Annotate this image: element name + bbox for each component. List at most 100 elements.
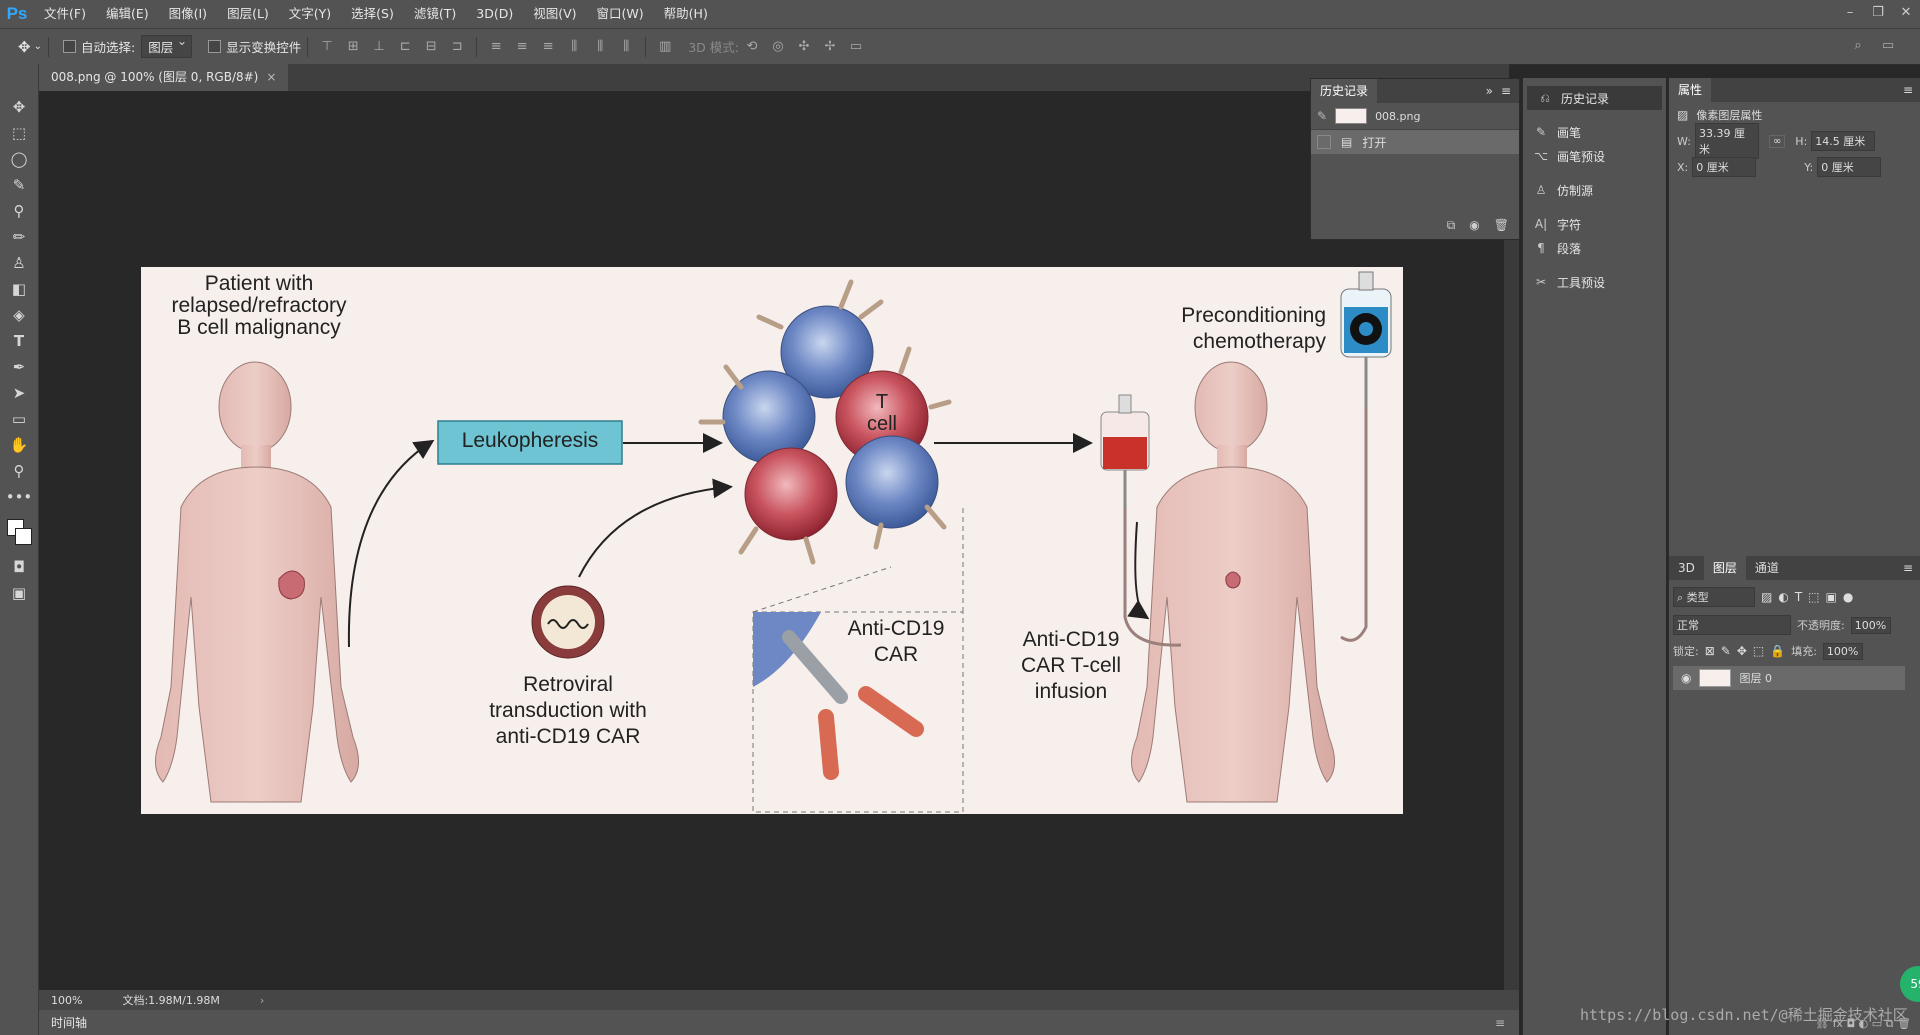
timeline-menu-icon[interactable]: ≡ [1495, 1016, 1505, 1030]
tab-properties[interactable]: 属性 [1669, 78, 1712, 102]
move-tool-preset[interactable]: ✥ ⌄ [18, 38, 42, 56]
marquee-tool-icon[interactable]: ⬚ [0, 120, 38, 146]
menu-layer[interactable]: 图层(L) [217, 0, 279, 28]
move-tool-icon[interactable]: ✥ [0, 94, 38, 120]
distribute-left-icon[interactable]: ⫼ [567, 39, 581, 54]
status-expand-icon[interactable]: › [260, 994, 264, 1007]
auto-select-dropdown[interactable]: 图层 [141, 33, 193, 58]
menu-select[interactable]: 选择(S) [341, 0, 404, 28]
quick-select-tool-icon[interactable]: ✎ [0, 172, 38, 198]
3d-pan-icon[interactable]: ✣ [797, 39, 811, 54]
new-document-from-state-icon[interactable]: ⧉ [1447, 218, 1456, 233]
auto-select-checkbox[interactable]: 自动选择: [62, 37, 135, 56]
panel-menu-icon[interactable]: ≡ [1501, 79, 1511, 103]
hand-tool-icon[interactable]: ✋ [0, 432, 38, 458]
lock-position-icon[interactable]: ✥ [1737, 644, 1747, 658]
layer-row[interactable]: ◉ 图层 0 [1673, 666, 1905, 690]
lock-transparent-icon[interactable]: ⊠ [1705, 644, 1715, 658]
brush-tool-icon[interactable]: ✏ [0, 224, 38, 250]
align-bottom-icon[interactable]: ⊥ [372, 39, 386, 54]
align-left-icon[interactable]: ⊏ [398, 39, 412, 54]
dock-item-tool-presets[interactable]: ✂ 工具预设 [1523, 270, 1666, 294]
close-icon[interactable]: ✕ [1892, 0, 1920, 28]
opacity-field[interactable]: 100% [1850, 616, 1891, 634]
menu-help[interactable]: 帮助(H) [654, 0, 718, 28]
distribute-top-icon[interactable]: ≡ [489, 39, 503, 54]
show-transform-checkbox[interactable]: 显示变换控件 [208, 37, 301, 56]
3d-scale-icon[interactable]: ▭ [849, 39, 863, 54]
menu-type[interactable]: 文字(Y) [279, 0, 341, 28]
lock-artboard-icon[interactable]: ⬚ [1753, 644, 1764, 658]
close-tab-icon[interactable]: × [266, 70, 276, 84]
3d-roll-icon[interactable]: ◎ [771, 39, 785, 54]
trash-icon[interactable]: 🗑 [1494, 218, 1509, 233]
tab-history[interactable]: 历史记录 [1311, 79, 1378, 103]
distribute-vcenter-icon[interactable]: ≡ [515, 39, 529, 54]
filter-smart-icon[interactable]: ▣ [1826, 590, 1837, 604]
history-step-checkbox[interactable] [1317, 135, 1331, 149]
align-vcenter-icon[interactable]: ⊞ [346, 39, 360, 54]
dock-item-brush[interactable]: ✎ 画笔 [1523, 120, 1666, 144]
tab-3d[interactable]: 3D [1669, 556, 1704, 580]
more-tools-icon[interactable]: ••• [0, 484, 38, 510]
lasso-tool-icon[interactable]: ◯ [0, 146, 38, 172]
restore-icon[interactable]: ❐ [1864, 0, 1892, 28]
history-step-row[interactable]: ▤ 打开 [1311, 130, 1519, 154]
height-field[interactable]: 14.5 厘米 [1811, 131, 1876, 151]
tab-layers[interactable]: 图层 [1703, 556, 1746, 580]
tab-channels[interactable]: 通道 [1746, 556, 1788, 580]
align-hcenter-icon[interactable]: ⊟ [424, 39, 438, 54]
camera-icon[interactable]: ◉ [1469, 218, 1479, 233]
menu-image[interactable]: 图像(I) [159, 0, 217, 28]
properties-menu-icon[interactable]: ≡ [1903, 78, 1913, 102]
layer-filter-dropdown[interactable]: ⌕ 类型 [1673, 587, 1755, 607]
search-icon[interactable]: ⌕ [1851, 39, 1865, 53]
align-right-icon[interactable]: ⊐ [450, 39, 464, 54]
layers-menu-icon[interactable]: ≡ [1903, 556, 1913, 580]
3d-rotate-icon[interactable]: ⟲ [745, 39, 759, 54]
dock-item-clone-source[interactable]: ♙ 仿制源 [1523, 178, 1666, 202]
menu-edit[interactable]: 编辑(E) [96, 0, 159, 28]
distribute-bottom-icon[interactable]: ≡ [541, 39, 555, 54]
filter-toggle-icon[interactable]: ● [1843, 590, 1853, 604]
zoom-tool-icon[interactable]: ⚲ [0, 458, 38, 484]
distribute-right-icon[interactable]: ⫼ [619, 39, 633, 54]
blend-mode-dropdown[interactable]: 正常 [1673, 615, 1791, 635]
dock-item-paragraph[interactable]: ¶ 段落 [1523, 236, 1666, 260]
fill-field[interactable]: 100% [1822, 642, 1863, 660]
link-icon[interactable]: ∞ [1768, 134, 1786, 148]
dock-item-character[interactable]: A| 字符 [1523, 212, 1666, 236]
collapse-icon[interactable]: » [1486, 79, 1493, 103]
workspace-icon[interactable]: ▭ [1881, 39, 1895, 53]
document-image[interactable]: Patient with relapsed/refractory B cell … [141, 267, 1403, 814]
path-select-tool-icon[interactable]: ➤ [0, 380, 38, 406]
lock-all-icon[interactable]: 🔒 [1770, 644, 1785, 658]
rectangle-tool-icon[interactable]: ▭ [0, 406, 38, 432]
filter-shape-icon[interactable]: ⬚ [1808, 590, 1819, 604]
y-field[interactable]: 0 厘米 [1817, 157, 1882, 177]
visibility-eye-icon[interactable]: ◉ [1681, 671, 1691, 685]
width-field[interactable]: 33.39 厘米 [1694, 123, 1759, 159]
quick-mask-icon[interactable]: ◘ [0, 554, 38, 580]
color-swatches[interactable] [0, 510, 38, 554]
dock-item-history[interactable]: ⎌ 历史记录 [1527, 86, 1662, 110]
filter-adjustment-icon[interactable]: ◐ [1778, 590, 1788, 604]
type-tool-icon[interactable]: T [0, 328, 38, 354]
3d-slide-icon[interactable]: ✢ [823, 39, 837, 54]
x-field[interactable]: 0 厘米 [1692, 157, 1757, 177]
menu-window[interactable]: 窗口(W) [587, 0, 654, 28]
menu-view[interactable]: 视图(V) [523, 0, 586, 28]
eyedropper-tool-icon[interactable]: ⚲ [0, 198, 38, 224]
stamp-tool-icon[interactable]: ♙ [0, 250, 38, 276]
dock-item-brush-presets[interactable]: ⌥ 画笔预设 [1523, 144, 1666, 168]
auto-align-icon[interactable]: ▥ [658, 39, 672, 54]
eraser-tool-icon[interactable]: ◧ [0, 276, 38, 302]
paint-bucket-tool-icon[interactable]: ◈ [0, 302, 38, 328]
menu-filter[interactable]: 滤镜(T) [404, 0, 466, 28]
filter-type-icon[interactable]: T [1795, 590, 1802, 604]
document-tab[interactable]: 008.png @ 100% (图层 0, RGB/8#) × [39, 64, 289, 91]
screen-mode-icon[interactable]: ▣ [0, 580, 38, 606]
lock-pixels-icon[interactable]: ✎ [1721, 644, 1731, 658]
pen-tool-icon[interactable]: ✒ [0, 354, 38, 380]
align-top-icon[interactable]: ⊤ [320, 39, 334, 54]
